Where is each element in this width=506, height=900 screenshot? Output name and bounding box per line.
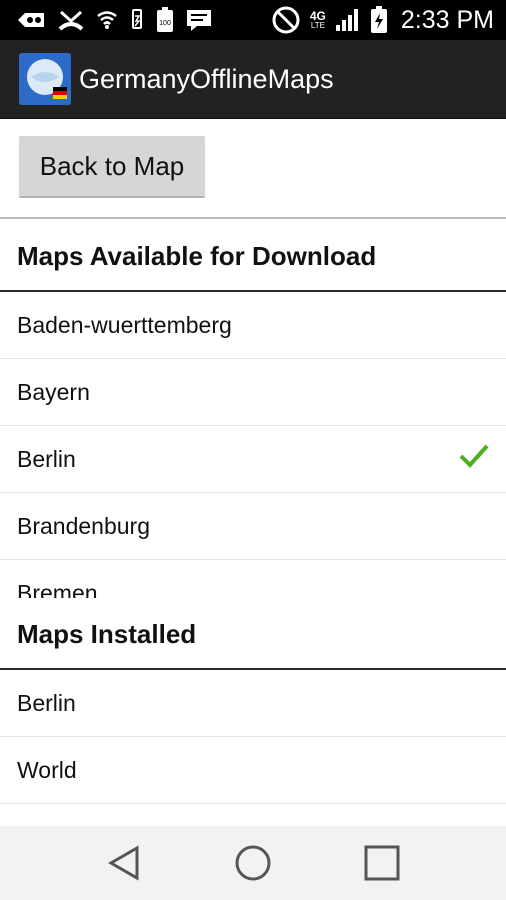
lte-data-icon: 4G LTE xyxy=(310,10,326,30)
back-to-map-button[interactable]: Back to Map xyxy=(19,136,205,198)
map-name: Bremen xyxy=(17,579,98,599)
battery-100-icon: 100 xyxy=(156,7,174,33)
list-item-available[interactable]: Berlin xyxy=(0,426,506,493)
back-nav-icon[interactable] xyxy=(94,833,154,893)
map-name: Bayern xyxy=(17,378,90,405)
message-icon xyxy=(186,9,212,31)
signal-icon xyxy=(335,8,361,32)
svg-text:100: 100 xyxy=(159,20,171,27)
divider xyxy=(0,217,506,219)
map-name: World xyxy=(17,756,77,783)
installed-maps-heading: Maps Installed xyxy=(17,619,197,649)
available-maps-heading: Maps Available for Download xyxy=(17,241,377,271)
status-time: 2:33 PM xyxy=(400,5,494,34)
list-item-available[interactable]: Brandenburg xyxy=(0,493,506,560)
missed-call-icon xyxy=(58,9,84,31)
home-nav-icon[interactable] xyxy=(223,833,283,893)
status-bar: 100 4G LTE 2:33 PM xyxy=(0,0,506,40)
network-sub-label: LTE xyxy=(310,21,325,30)
app-bar: GermanyOfflineMaps xyxy=(0,40,506,119)
navigation-bar xyxy=(0,826,506,900)
usb-icon xyxy=(130,8,144,32)
installed-maps-list[interactable]: Berlin World xyxy=(0,670,506,810)
voicemail-icon xyxy=(16,10,46,30)
app-title: GermanyOfflineMaps xyxy=(79,63,334,94)
globe-app-icon[interactable] xyxy=(19,53,71,105)
map-name: Baden-wuerttemberg xyxy=(17,311,232,338)
list-item-installed[interactable]: World xyxy=(0,737,506,804)
list-item-available[interactable]: Bremen xyxy=(0,560,506,599)
list-item-available[interactable]: Baden-wuerttemberg xyxy=(0,292,506,359)
map-name: Berlin xyxy=(17,689,76,716)
check-icon xyxy=(458,443,490,475)
do-not-disturb-icon xyxy=(271,5,301,35)
recents-nav-icon[interactable] xyxy=(352,833,412,893)
list-item-installed[interactable]: Berlin xyxy=(0,670,506,737)
wifi-icon xyxy=(96,10,118,30)
list-item-available[interactable]: Bayern xyxy=(0,359,506,426)
map-name: Berlin xyxy=(17,445,76,472)
battery-charging-icon xyxy=(370,6,388,34)
available-maps-list[interactable]: Baden-wuerttemberg Bayern Berlin Branden… xyxy=(0,292,506,598)
map-name: Brandenburg xyxy=(17,512,150,539)
